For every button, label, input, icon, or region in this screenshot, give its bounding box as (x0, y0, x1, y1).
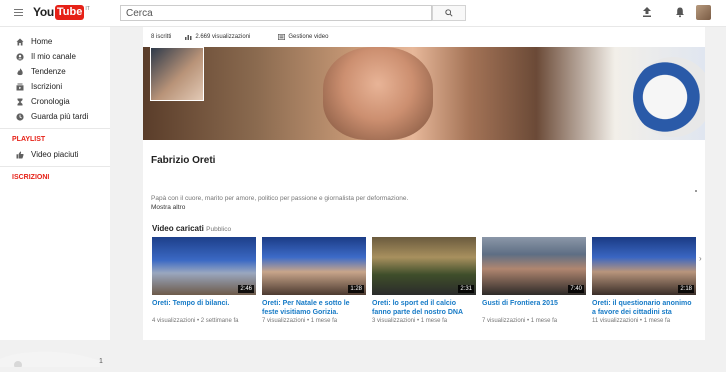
clock-icon (16, 112, 24, 121)
video-title[interactable]: Oreti: il questionario anonimo a favore … (592, 299, 696, 317)
menu-icon[interactable] (14, 9, 23, 17)
video-meta: 7 visualizzazioni • 1 mese fa (482, 318, 558, 324)
flame-icon (16, 67, 24, 76)
sidebar-item-label: Tendenze (31, 67, 66, 76)
sidebar-item-label: Iscrizioni (31, 82, 63, 91)
video-thumbnail[interactable]: 2:46 (152, 237, 256, 295)
channel-description: Papà con il cuore, marito per amore, pol… (151, 195, 409, 202)
banner-emblem (633, 57, 705, 137)
video-age: 1 mese fa (530, 318, 558, 324)
view-count: 2.669 visualizzazioni (185, 34, 264, 40)
video-thumbnail[interactable]: 2:18 (592, 237, 696, 295)
banner-portrait (323, 47, 433, 140)
logo-region: IT (85, 6, 90, 12)
video-duration: 2:46 (238, 285, 254, 293)
shelf-visibility: Pubblico (206, 226, 232, 233)
chevron-right-icon[interactable]: › (699, 254, 702, 263)
sidebar-item-label: Home (31, 37, 53, 46)
person-icon (16, 52, 24, 61)
video-thumbnail[interactable]: 2:31 (372, 237, 476, 295)
manage-videos-label: Gestione video (288, 34, 329, 40)
video-age: 2 settimane fa (200, 318, 239, 324)
more-dot (695, 190, 697, 192)
manage-videos-link[interactable]: Gestione video (278, 34, 342, 40)
view-count-text: 2.669 visualizzazioni (195, 34, 251, 40)
video-duration: 2:31 (458, 285, 474, 293)
shelf-title: Video caricati Pubblico (152, 224, 231, 233)
video-views: 7 visualizzazioni (262, 318, 306, 324)
sidebar-item-history[interactable]: Cronologia (0, 94, 110, 109)
video-card[interactable]: 2:31 Oreti: lo sport ed il calcio fanno … (372, 237, 476, 324)
sidebar: Home Il mio canale Tendenze Iscrizioni C… (0, 27, 110, 369)
sidebar-item-label: Video piaciuti (31, 150, 79, 159)
subscriber-count: 8 iscritti (151, 34, 172, 40)
search-button[interactable] (432, 5, 466, 21)
search-icon (445, 9, 453, 17)
divider (0, 166, 110, 167)
channel-stats: 8 iscritti 2.669 visualizzazioni Gestion… (143, 27, 705, 47)
divider (0, 128, 110, 129)
sidebar-item-trending[interactable]: Tendenze (0, 64, 110, 79)
sidebar-item-liked-videos[interactable]: Video piaciuti (0, 147, 110, 162)
show-more-link[interactable]: Mostra altro (151, 204, 185, 211)
stats-icon (185, 35, 192, 40)
top-bar: You Tube IT Cerca (0, 0, 726, 27)
notifications-icon[interactable] (674, 6, 686, 18)
sidebar-item-subscriptions[interactable]: Iscrizioni (0, 79, 110, 94)
video-thumbnail[interactable]: 7:40 (482, 237, 586, 295)
video-age: 1 mese fa (420, 318, 448, 324)
home-icon (16, 38, 24, 46)
video-meta: 4 visualizzazioni • 2 settimane fa (152, 318, 239, 324)
video-card[interactable]: 7:40 Gusti di Frontiera 2015 7 visualizz… (482, 237, 586, 324)
subscriptions-heading: ISCRIZIONI (12, 174, 50, 181)
video-thumbnail[interactable]: 1:28 (262, 237, 366, 295)
video-meta: 7 visualizzazioni • 1 mese fa (262, 318, 338, 324)
video-card[interactable]: 1:28 Oreti: Per Natale e sotto le feste … (262, 237, 366, 324)
video-age: 1 mese fa (643, 318, 671, 324)
channel-main: 8 iscritti 2.669 visualizzazioni Gestion… (143, 27, 705, 340)
uploaded-videos-shelf: Video caricati Pubblico 2:46 Oreti: Temp… (143, 214, 705, 340)
video-title[interactable]: Gusti di Frontiera 2015 (482, 299, 586, 317)
video-age: 1 mese fa (310, 318, 338, 324)
avatar[interactable] (696, 5, 711, 20)
video-manager-icon (278, 34, 286, 40)
video-duration: 7:40 (568, 285, 584, 293)
logo-you-text: You (33, 5, 54, 19)
logo-tube-text: Tube (54, 5, 85, 20)
thumbs-up-icon (16, 151, 24, 159)
subscriptions-icon (16, 83, 24, 91)
video-title[interactable]: Oreti: lo sport ed il calcio fanno parte… (372, 299, 476, 317)
video-duration: 2:18 (678, 285, 694, 293)
video-card[interactable]: 2:18 Oreti: il questionario anonimo a fa… (592, 237, 696, 324)
youtube-logo[interactable]: You Tube IT (33, 5, 90, 20)
channel-banner (143, 47, 705, 140)
video-card[interactable]: 2:46 Oreti: Tempo di bilanci. 4 visualiz… (152, 237, 256, 324)
bottom-circle-icon (0, 351, 100, 369)
sidebar-item-label: Cronologia (31, 97, 70, 106)
video-views: 11 visualizzazioni (592, 318, 639, 324)
channel-name: Fabrizio Oreti (151, 155, 216, 166)
sidebar-item-my-channel[interactable]: Il mio canale (0, 49, 110, 64)
video-views: 4 visualizzazioni (152, 318, 196, 324)
sidebar-item-label: Il mio canale (31, 52, 76, 61)
hourglass-icon (16, 98, 24, 106)
video-duration: 1:28 (348, 285, 364, 293)
sidebar-item-watch-later[interactable]: Guarda più tardi (0, 109, 110, 124)
channel-avatar[interactable] (150, 47, 204, 101)
video-title[interactable]: Oreti: Per Natale e sotto le feste visit… (262, 299, 366, 317)
video-views: 7 visualizzazioni (482, 318, 526, 324)
playlist-heading: PLAYLIST (12, 136, 46, 143)
video-meta: 11 visualizzazioni • 1 mese fa (592, 318, 671, 324)
video-title[interactable]: Oreti: Tempo di bilanci. (152, 299, 256, 317)
bottom-number: 1 (99, 358, 103, 365)
sidebar-item-home[interactable]: Home (0, 34, 110, 49)
sidebar-item-label: Guarda più tardi (31, 112, 89, 121)
video-views: 3 visualizzazioni (372, 318, 416, 324)
video-meta: 3 visualizzazioni • 1 mese fa (372, 318, 448, 324)
search-input[interactable]: Cerca (120, 5, 432, 21)
upload-icon[interactable] (641, 6, 653, 18)
bottom-widget: 1 (0, 347, 110, 369)
shelf-title-text: Video caricati (152, 224, 204, 233)
